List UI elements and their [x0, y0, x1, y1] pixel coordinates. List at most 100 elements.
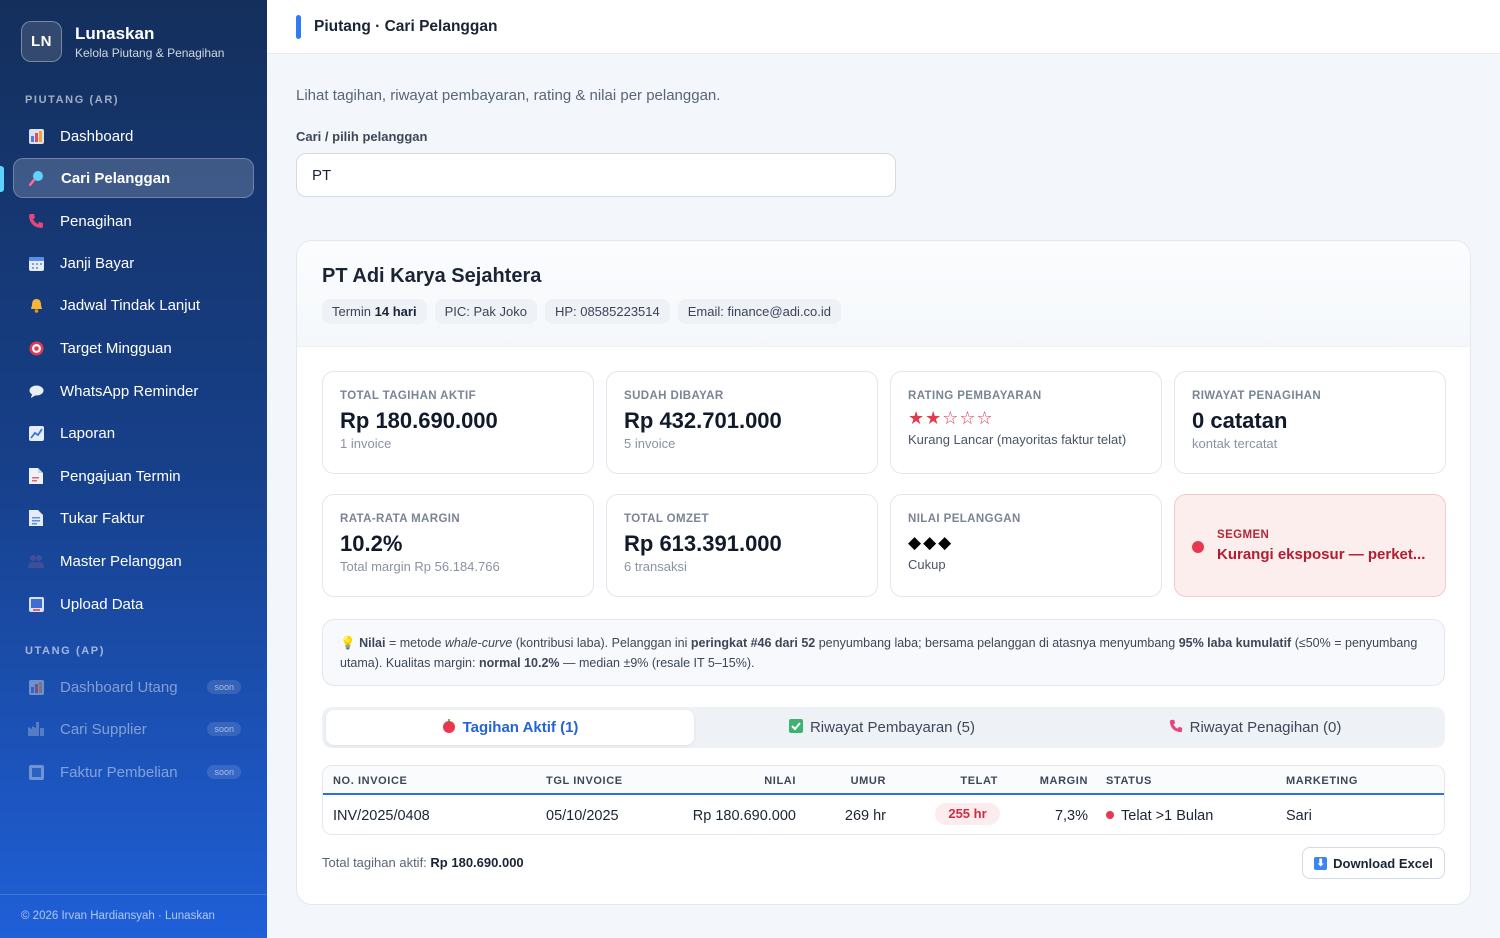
sidebar-item-target[interactable]: Target Mingguan: [13, 328, 254, 368]
trend-icon: [27, 424, 45, 442]
upload-icon: [27, 595, 45, 613]
soon-badge: soon: [207, 722, 241, 736]
col-header[interactable]: NO. INVOICE: [333, 775, 407, 787]
soon-badge: soon: [207, 765, 241, 779]
col-header[interactable]: TGL INVOICE: [546, 775, 623, 787]
note-text: penyumbang laba; bersama pelanggan di at…: [815, 636, 1179, 650]
stat-margin: RATA-RATA MARGIN 10.2% Total margin Rp 5…: [322, 494, 594, 597]
termin-value: 14 hari: [374, 304, 417, 319]
active-indicator: [0, 166, 4, 192]
stat-sub: 5 invoice: [624, 436, 676, 451]
sidebar-item-label: Target Mingguan: [60, 339, 172, 357]
document-icon: [27, 467, 45, 485]
stat-sub: Cukup: [908, 557, 946, 572]
note-text: — median ±9% (resale IT 5–15%).: [559, 656, 755, 670]
stat-label: TOTAL TAGIHAN AKTIF: [340, 390, 477, 402]
soon-badge: soon: [207, 680, 241, 694]
stat-total-tagihan: TOTAL TAGIHAN AKTIF Rp 180.690.000 1 inv…: [322, 371, 594, 474]
termin-chip: Termin 14 hari: [322, 299, 427, 324]
stat-label: RIWAYAT PENAGIHAN: [1192, 390, 1322, 402]
email-chip: Email: finance@adi.co.id: [677, 299, 842, 324]
sidebar-item-janji-bayar[interactable]: Janji Bayar: [13, 243, 254, 283]
sidebar-item-penagihan[interactable]: Penagihan: [13, 201, 254, 241]
tab-riwayat-pembayaran[interactable]: Riwayat Pembayaran (5): [698, 710, 1066, 745]
note-text: 95% laba kumulatif: [1178, 636, 1292, 650]
tab-bar: Tagihan Aktif (1) Riwayat Pembayaran (5)…: [322, 707, 1445, 748]
users-icon: [27, 552, 45, 570]
cell-invoice: INV/2025/0408: [333, 808, 430, 824]
cell-umur: 269 hr: [844, 808, 886, 824]
invoice-table: NO. INVOICE TGL INVOICE NILAI UMUR TELAT…: [322, 765, 1445, 835]
note-text: normal 10.2%: [478, 656, 560, 670]
value-diamonds: ◆◆◆: [908, 533, 954, 552]
tab-tagihan-aktif[interactable]: Tagihan Aktif (1): [326, 710, 694, 745]
customer-name: PT Adi Karya Sejahtera: [322, 265, 542, 287]
bar-chart-icon: [27, 127, 45, 145]
stat-rating: RATING PEMBAYARAN ★★☆☆☆ Kurang Lancar (m…: [890, 371, 1162, 474]
sidebar-item-laporan[interactable]: Laporan: [13, 413, 254, 453]
col-header[interactable]: NILAI: [696, 775, 796, 787]
value-note: 💡 Nilai = metode whale-curve (kontribusi…: [322, 619, 1445, 686]
sidebar-item-dashboard[interactable]: Dashboard: [13, 116, 254, 156]
title-accent: [296, 15, 301, 39]
sidebar: LN Lunaskan Kelola Piutang & Penagihan P…: [0, 0, 267, 938]
sidebar-item-cari-supplier[interactable]: Cari Supplier soon: [13, 709, 254, 749]
col-header[interactable]: MARGIN: [1008, 775, 1088, 787]
total-value: Rp 180.690.000: [430, 855, 524, 870]
stat-sub: Kurang Lancar (mayoritas faktur telat): [908, 432, 1127, 447]
sidebar-item-label: Laporan: [60, 424, 116, 442]
total-summary: Total tagihan aktif: Rp 180.690.000: [322, 855, 524, 870]
section-label-ap: UTANG (AP): [25, 645, 105, 657]
stat-label: SEGMEN: [1217, 529, 1270, 541]
sidebar-item-jadwal[interactable]: Jadwal Tindak Lanjut: [13, 285, 254, 325]
customer-card: PT Adi Karya Sejahtera Termin 14 hari PI…: [296, 240, 1471, 905]
stat-label: RATING PEMBAYARAN: [908, 390, 1042, 402]
rating-stars: ★★☆☆☆: [908, 408, 994, 428]
sidebar-item-master-pelanggan[interactable]: Master Pelanggan: [13, 541, 254, 581]
status-text: Telat >1 Bulan: [1121, 808, 1214, 824]
note-text: (kontribusi laba). Pelanggan ini: [512, 636, 691, 650]
sidebar-item-faktur-pembelian[interactable]: Faktur Pembelian soon: [13, 752, 254, 792]
apple-icon: [442, 719, 456, 736]
status-dot-icon: [1106, 811, 1114, 819]
download-icon: ⬇: [1314, 856, 1328, 870]
col-header[interactable]: UMUR: [806, 775, 886, 787]
stat-riwayat: RIWAYAT PENAGIHAN 0 catatan kontak terca…: [1174, 371, 1446, 474]
col-header[interactable]: TELAT: [918, 775, 998, 787]
sidebar-item-pengajuan-termin[interactable]: Pengajuan Termin: [13, 456, 254, 496]
cell-nilai: Rp 180.690.000: [692, 808, 796, 824]
sidebar-item-label: Dashboard Utang: [60, 678, 178, 696]
search-label: Cari / pilih pelanggan: [296, 129, 428, 144]
sidebar-item-label: Penagihan: [60, 212, 132, 230]
brand-subtitle: Kelola Piutang & Penagihan: [75, 45, 225, 60]
tab-label: Riwayat Penagihan (0): [1189, 719, 1342, 736]
tab-riwayat-penagihan[interactable]: Riwayat Penagihan (0): [1071, 710, 1439, 745]
chat-icon: [27, 382, 45, 400]
calendar-icon: [27, 254, 45, 272]
sidebar-item-cari-pelanggan[interactable]: Cari Pelanggan: [13, 158, 254, 198]
brand[interactable]: LN Lunaskan Kelola Piutang & Penagihan: [21, 21, 224, 62]
main-content: Lihat tagihan, riwayat pembayaran, ratin…: [267, 54, 1500, 938]
col-header[interactable]: STATUS: [1106, 775, 1152, 787]
sidebar-item-label: WhatsApp Reminder: [60, 382, 199, 400]
sidebar-item-dashboard-utang[interactable]: Dashboard Utang soon: [13, 667, 254, 707]
download-excel-button[interactable]: ⬇ Download Excel: [1302, 847, 1445, 879]
topbar: Piutang · Cari Pelanggan: [267, 0, 1500, 54]
customer-search-input[interactable]: [296, 153, 896, 197]
sidebar-item-whatsapp[interactable]: WhatsApp Reminder: [13, 371, 254, 411]
sidebar-item-label: Tukar Faktur: [60, 509, 145, 527]
sidebar-item-label: Faktur Pembelian: [60, 763, 178, 781]
sidebar-item-tukar-faktur[interactable]: Tukar Faktur: [13, 498, 254, 538]
stat-value: Kurangi eksposur — perket...: [1217, 546, 1426, 563]
col-header[interactable]: MARKETING: [1286, 775, 1358, 787]
stat-label: TOTAL OMZET: [624, 513, 709, 525]
note-text: whale-curve: [444, 636, 513, 650]
total-label: Total tagihan aktif:: [322, 855, 427, 870]
table-header: NO. INVOICE TGL INVOICE NILAI UMUR TELAT…: [323, 766, 1444, 795]
stat-sub: 6 transaksi: [624, 559, 687, 574]
search-icon: [28, 169, 46, 187]
invoice-icon: [27, 509, 45, 527]
sidebar-item-label: Upload Data: [60, 595, 144, 613]
sidebar-item-upload-data[interactable]: Upload Data: [13, 584, 254, 624]
target-icon: [27, 339, 45, 357]
